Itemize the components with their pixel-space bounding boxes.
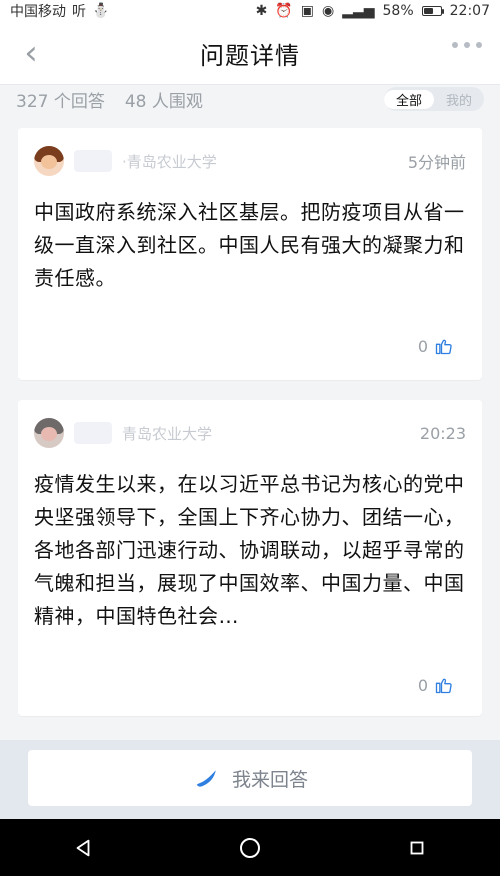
filter-toggle[interactable]: 全部 我的 <box>383 87 484 111</box>
page-title: 问题详情 <box>200 41 300 70</box>
answer-user: 青岛农业大学 <box>34 418 212 448</box>
system-nav-bar <box>0 819 500 876</box>
masked-name <box>74 422 112 444</box>
answer-button[interactable]: 我来回答 <box>28 750 472 806</box>
avatar-face <box>41 155 57 169</box>
battery-percent: 58% <box>382 3 414 19</box>
answer-time: 5分钟前 <box>407 153 466 172</box>
answer-card[interactable]: 青岛农业大学 20:23 疫情发生以来，在以习近平总书记为核心的党中央坚强领导下… <box>18 400 482 716</box>
like-button[interactable]: 0 <box>418 675 454 695</box>
triangle-back-icon <box>76 839 90 856</box>
answer-content: 疫情发生以来，在以习近平总书记为核心的党中央坚强领导下，全国上下齐心协力、团结一… <box>34 472 465 628</box>
more-dot-icon <box>452 42 458 48</box>
like-button[interactable]: 0 <box>418 336 454 356</box>
answer-header: ·青岛农业大学 5分钟前 <box>34 146 466 176</box>
notification-icon: ⛄ <box>92 3 110 19</box>
eye-icon: ◉ <box>321 3 335 19</box>
viewers-count: 48 人围观 <box>124 91 203 112</box>
avatar[interactable] <box>34 418 64 448</box>
more-dot-icon <box>464 42 470 48</box>
school-label: 青岛农业大学 <box>122 424 213 443</box>
square-recent-icon <box>410 841 424 854</box>
carrier-text: 中国移动 <box>10 4 66 20</box>
answers-count: 327 个回答 <box>16 91 105 112</box>
nav-recent-button[interactable] <box>389 828 445 868</box>
circle-home-icon <box>239 837 260 858</box>
back-button[interactable]: ‹ <box>12 34 50 72</box>
chevron-left-icon: ‹ <box>24 33 38 73</box>
top-bar: ‹ 问题详情 <box>0 22 500 85</box>
school-label: ·青岛农业大学 <box>122 152 217 171</box>
avatar[interactable] <box>34 146 64 176</box>
feather-icon <box>195 770 216 787</box>
signal-icon: ▂▃▅ <box>342 3 375 19</box>
answer-user: ·青岛农业大学 <box>34 146 217 176</box>
filter-mine[interactable]: 我的 <box>434 90 484 109</box>
like-count: 0 <box>417 675 428 695</box>
nav-back-button[interactable] <box>55 828 111 868</box>
stats-left: 327 个回答 48 人围观 <box>16 87 203 112</box>
thumbs-up-icon <box>435 339 452 355</box>
carrier-extra-text: 听 <box>72 4 86 20</box>
thumbs-up-icon <box>435 678 452 694</box>
bluetooth-icon: ✱ <box>255 3 268 19</box>
status-left: 中国移动 听 ⛄ <box>10 1 109 21</box>
more-dot-icon <box>476 42 482 48</box>
answer-content: 中国政府系统深入社区基层。把防疫项目从省一级一直深入到社区。中国人民有强大的凝聚… <box>34 200 465 290</box>
answer-button-label: 我来回答 <box>231 768 308 791</box>
battery-icon <box>421 6 444 16</box>
alarm-icon: ⏰ <box>275 3 293 19</box>
answer-card[interactable]: ·青岛农业大学 5分钟前 中国政府系统深入社区基层。把防疫项目从省一级一直深入到… <box>18 128 482 380</box>
nav-home-button[interactable] <box>222 828 278 868</box>
status-bar: 中国移动 听 ⛄ ✱ ⏰ ▣ ◉ ▂▃▅ 58% 22:07 <box>0 0 500 22</box>
avatar-face <box>41 427 57 441</box>
stats-row: 327 个回答 48 人围观 全部 我的 <box>16 84 484 114</box>
status-right: ✱ ⏰ ▣ ◉ ▂▃▅ 58% 22:07 <box>256 3 490 19</box>
clock: 22:07 <box>449 3 490 19</box>
masked-name <box>74 150 112 172</box>
answer-header: 青岛农业大学 20:23 <box>34 418 466 448</box>
battery-fill <box>423 8 433 14</box>
filter-all[interactable]: 全部 <box>383 89 434 109</box>
like-count: 0 <box>417 336 428 356</box>
answer-time: 20:23 <box>419 423 466 443</box>
hd-icon: ▣ <box>300 3 314 19</box>
more-button[interactable] <box>452 42 482 48</box>
